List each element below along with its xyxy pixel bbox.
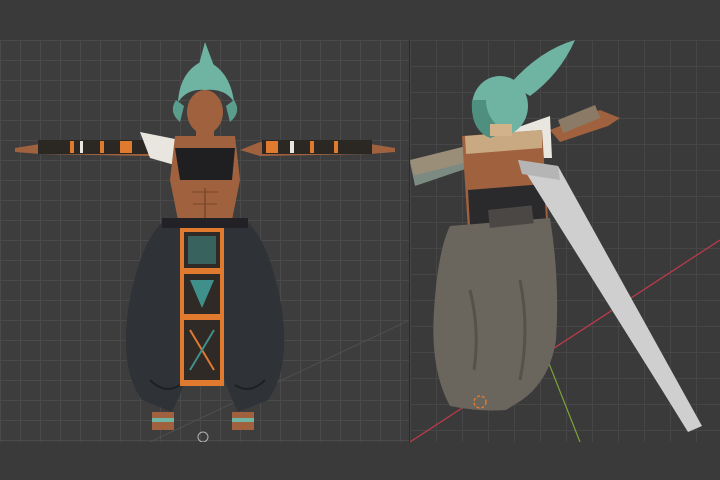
character-pants (433, 205, 558, 411)
blender-screen (0, 0, 720, 480)
character-torso (170, 136, 240, 220)
character-feet (152, 412, 254, 430)
top-bar (0, 0, 720, 40)
front-apron (180, 228, 224, 386)
front-view-scene (15, 42, 410, 442)
character-head (172, 42, 238, 140)
perspective-viewport[interactable] (410, 40, 720, 442)
front-viewport[interactable] (0, 40, 410, 442)
origin-point-icon (197, 431, 209, 442)
perspective-view-scene (410, 40, 720, 442)
bottom-bar (0, 442, 720, 480)
